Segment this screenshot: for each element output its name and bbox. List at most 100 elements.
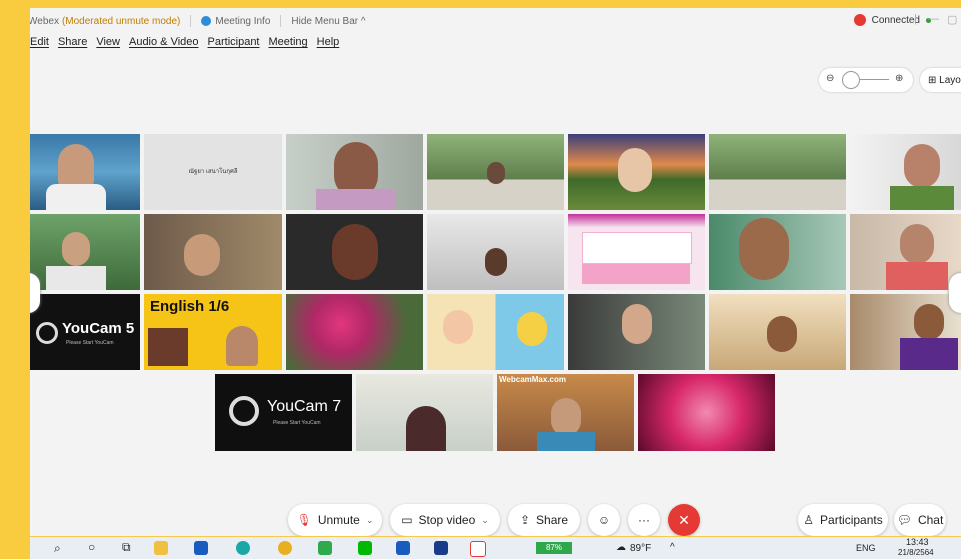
youcam-logo-icon — [229, 396, 259, 426]
slide-photos — [582, 264, 690, 284]
webcam-watermark: WebcamMax.com — [499, 375, 566, 384]
share-button[interactable]: ⇪ Share — [508, 504, 580, 536]
muted-mic-icon: 🎙︎ — [296, 513, 312, 527]
language-indicator[interactable]: ENG — [856, 543, 876, 553]
participant-face — [618, 148, 652, 192]
unmute-label: Unmute — [317, 513, 360, 527]
menu-view[interactable]: View — [96, 36, 120, 52]
cortana-icon[interactable]: ○ — [88, 540, 95, 554]
next-page-button[interactable] — [949, 273, 961, 313]
participant-face — [900, 224, 934, 264]
meeting-info-label: Meeting Info — [215, 15, 271, 27]
chat-bubble-icon: 💬︎ — [896, 513, 912, 527]
video-tile-flowers[interactable] — [286, 294, 423, 370]
zoom-out-icon[interactable]: ⊖ — [826, 73, 834, 84]
video-tile-youcam5[interactable]: YouCam 5 Please Start YouCam — [30, 294, 140, 370]
participant-shirt — [46, 266, 106, 290]
screen: Webex (Moderated unmute mode) Meeting In… — [0, 0, 961, 559]
reactions-button[interactable]: ☺ — [588, 504, 620, 536]
smiley-icon: ☺ — [597, 513, 611, 527]
app-icon[interactable] — [318, 541, 332, 555]
video-tile[interactable] — [30, 214, 140, 290]
file-explorer-icon[interactable] — [154, 541, 168, 555]
webex-icon[interactable] — [434, 541, 448, 555]
video-tile[interactable] — [30, 134, 140, 210]
edge-icon[interactable] — [236, 541, 250, 555]
video-tile[interactable] — [850, 214, 961, 290]
search-icon[interactable]: ⌕ — [54, 541, 61, 556]
menu-audio-video[interactable]: Audio & Video — [129, 36, 199, 52]
menu-edit[interactable]: Edit — [30, 36, 49, 52]
video-tile[interactable] — [850, 294, 961, 370]
leave-meeting-button[interactable]: ✕ — [668, 504, 700, 536]
hide-menu-bar-button[interactable]: Hide Menu Bar ^ — [291, 16, 365, 27]
cartoon-face — [443, 310, 473, 344]
video-tile[interactable] — [850, 134, 961, 210]
chat-button[interactable]: 💬︎ Chat — [894, 504, 946, 536]
participant-shirt — [886, 262, 948, 290]
video-tile[interactable] — [709, 214, 846, 290]
word-icon[interactable] — [396, 541, 410, 555]
stop-video-button[interactable]: ▭ Stop video ⌄ — [390, 504, 500, 536]
info-icon — [201, 15, 212, 26]
participant-shirt — [316, 189, 396, 210]
video-tile[interactable] — [286, 214, 423, 290]
participant-name-label: ณัฐยา เสนาโนกุศลี — [188, 169, 238, 175]
layout-button[interactable]: ⊞ Layo — [920, 68, 961, 92]
more-options-button[interactable]: ··· — [628, 504, 660, 536]
chevron-down-icon[interactable]: ⌄ — [366, 515, 374, 526]
temperature-label[interactable]: 89°F — [630, 543, 651, 554]
unmute-button[interactable]: 🎙︎ Unmute ⌄ — [288, 504, 382, 536]
zoom-slider[interactable]: ⊖ ⊕ — [819, 68, 913, 92]
youcam5-sub: Please Start YouCam — [66, 340, 114, 346]
weather-icon[interactable]: ☁︎ — [616, 542, 626, 553]
menu-participant[interactable]: Participant — [208, 36, 260, 52]
windows-taskbar: ⌕ ○ ⧉ 87% ☁︎ 89°F ^ ENG 13:43 21/8/2564 — [30, 537, 961, 559]
store-icon[interactable] — [194, 541, 208, 555]
moderated-mode-label: (Moderated unmute mode) — [61, 15, 181, 27]
menu-meeting[interactable]: Meeting — [269, 36, 308, 52]
chevron-down-icon[interactable]: ⌄ — [481, 515, 489, 526]
video-tile[interactable] — [427, 214, 564, 290]
youcam7-sub: Please Start YouCam — [273, 420, 321, 426]
video-tile[interactable] — [568, 294, 705, 370]
participant-face — [914, 304, 944, 340]
video-tile[interactable] — [286, 134, 423, 210]
video-tile[interactable]: WebcamMax.com — [497, 374, 634, 451]
participant-face — [767, 316, 797, 352]
video-tile-slide[interactable] — [568, 214, 705, 290]
video-tile-name-only[interactable]: ณัฐยา เสนาโนกุศลี — [144, 134, 282, 210]
youcam7-label: YouCam 7 — [267, 398, 342, 415]
menu-share[interactable]: Share — [58, 36, 87, 52]
minimize-button[interactable]: — — [928, 13, 939, 25]
video-tile[interactable] — [709, 294, 846, 370]
video-tile[interactable] — [568, 134, 705, 210]
participant-shirt — [537, 432, 595, 451]
youcam-logo-icon — [36, 322, 58, 344]
zoom-in-icon[interactable]: ⊕ — [895, 73, 903, 84]
participant-face — [332, 224, 378, 280]
line-icon[interactable] — [358, 541, 372, 555]
restore-button[interactable]: ▢ — [947, 13, 957, 26]
meeting-info-button[interactable]: Meeting Info — [201, 16, 270, 27]
video-camera-icon: ▭ — [401, 513, 413, 527]
video-tile-english[interactable]: English 1/6 — [144, 294, 282, 370]
task-view-icon[interactable]: ⧉ — [122, 540, 131, 555]
video-tile[interactable] — [356, 374, 493, 451]
participants-button[interactable]: ♙ Participants — [798, 504, 888, 536]
video-tile[interactable] — [144, 214, 282, 290]
video-tile-empty[interactable] — [709, 134, 846, 210]
participants-label: Participants — [820, 513, 883, 527]
menu-help[interactable]: Help — [317, 36, 340, 52]
yellow-border-left — [0, 0, 30, 559]
books-image — [148, 328, 188, 366]
video-tile-cartoon[interactable] — [427, 294, 564, 370]
video-tile-pink-background[interactable] — [638, 374, 775, 451]
app-icon-active[interactable] — [470, 541, 486, 557]
zoom-slider-knob[interactable] — [842, 71, 860, 89]
chevron-up-icon[interactable]: ^ — [670, 542, 675, 553]
video-tile[interactable] — [427, 134, 564, 210]
chrome-icon[interactable] — [278, 541, 292, 555]
video-tile-youcam7[interactable]: YouCam 7 Please Start YouCam — [215, 374, 352, 451]
share-label: Share — [536, 513, 569, 527]
